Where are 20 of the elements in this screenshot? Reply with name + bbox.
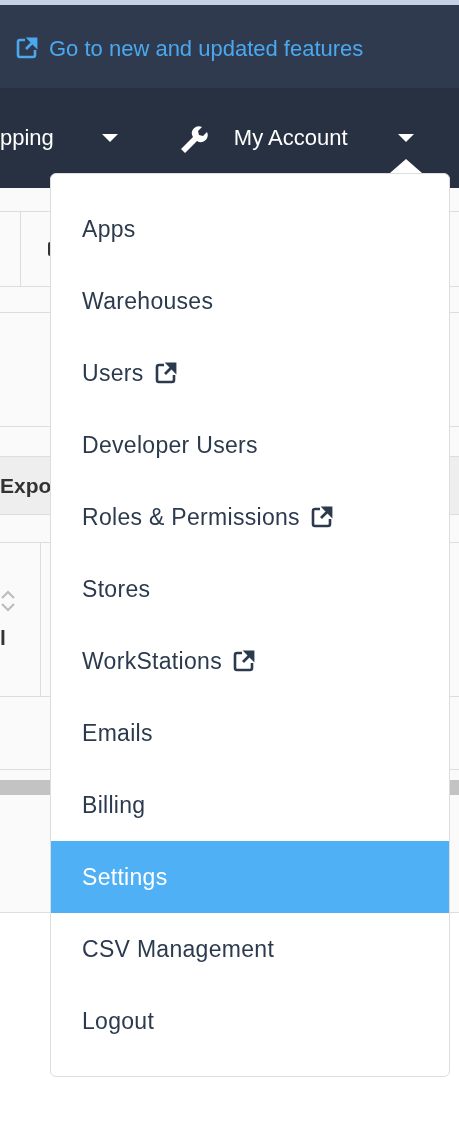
sort-icon[interactable] [0, 589, 16, 612]
nav-item[interactable]: pping [0, 125, 54, 151]
menu-item[interactable]: Developer Users [51, 409, 449, 481]
menu-item[interactable]: Apps [51, 193, 449, 265]
caret-icon [397, 134, 414, 142]
menu-item[interactable]: Billing [51, 769, 449, 841]
menu-item[interactable]: Stores [51, 553, 449, 625]
menu-item[interactable]: Users [51, 337, 449, 409]
my-account-menu[interactable]: My Account [233, 125, 348, 151]
external-link-icon [15, 36, 39, 60]
menu-item[interactable]: Warehouses [51, 265, 449, 337]
column-header: l [0, 625, 7, 650]
menu-item[interactable]: CSV Management [51, 913, 449, 985]
export-button[interactable]: Expo [0, 473, 52, 498]
menu-item[interactable]: Roles & Permissions [51, 481, 449, 553]
menu-item[interactable]: Emails [51, 697, 449, 769]
caret-icon [101, 134, 118, 142]
new-features-link[interactable]: Go to new and updated features [0, 5, 459, 93]
menu-item[interactable]: Logout [51, 985, 449, 1057]
menu-item[interactable]: WorkStations [51, 625, 449, 697]
